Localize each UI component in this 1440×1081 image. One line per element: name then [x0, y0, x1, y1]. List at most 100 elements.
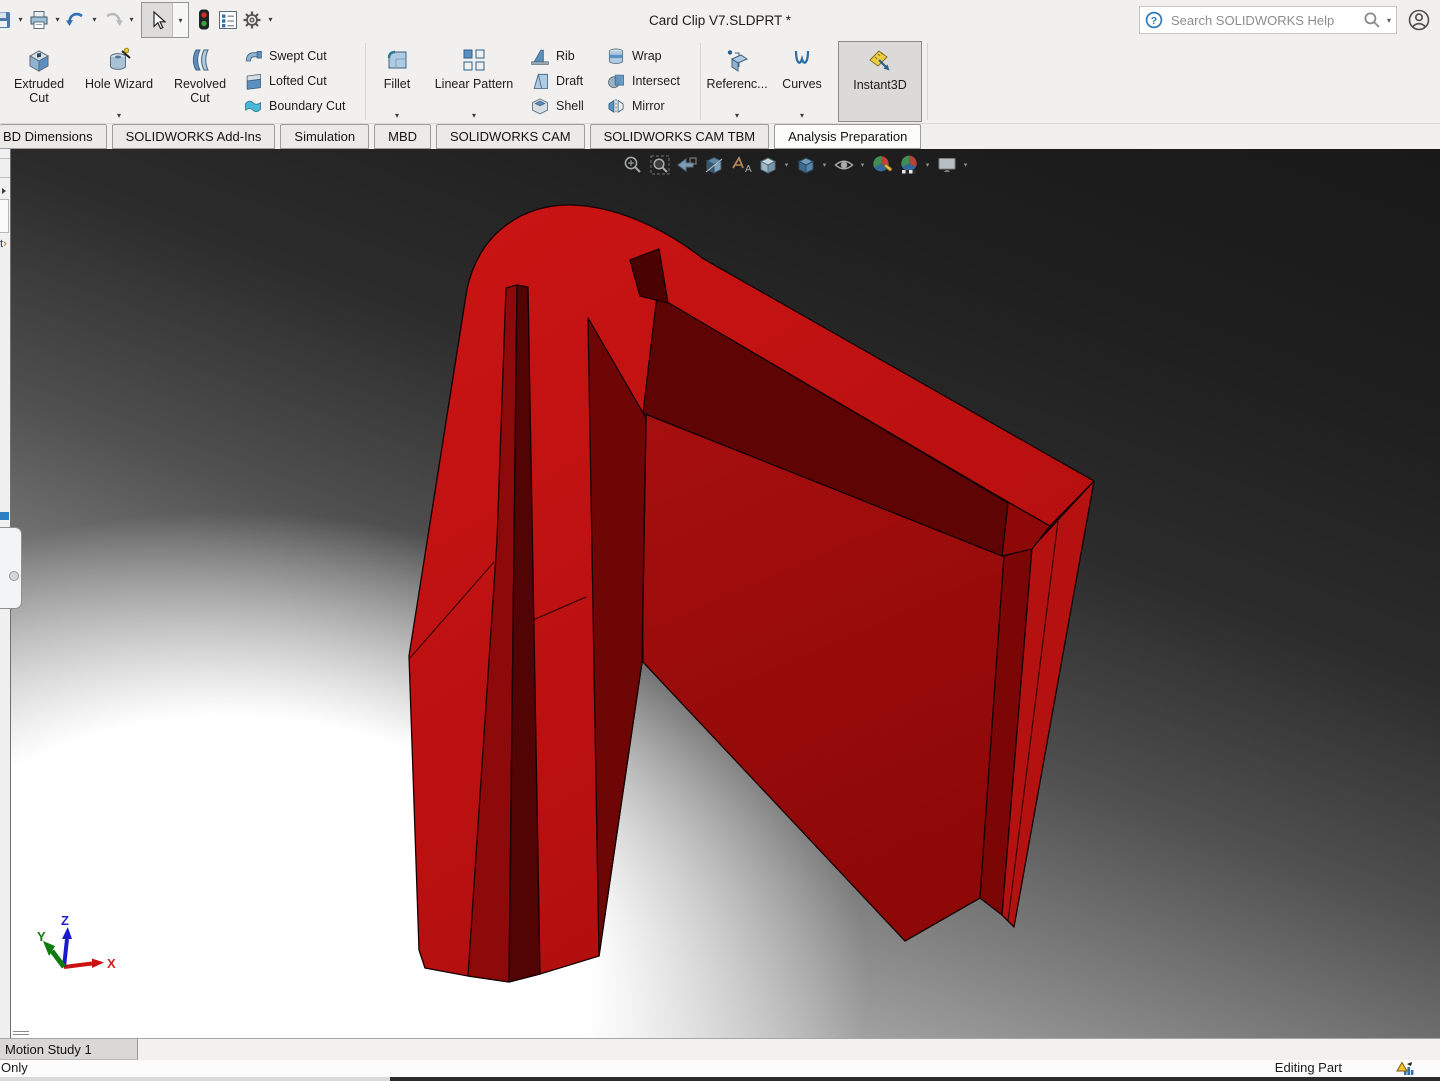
status-left-text: Only: [1, 1060, 28, 1076]
properties-list-icon: [217, 9, 239, 31]
reference-geometry-button[interactable]: Referenc... ▾: [704, 40, 770, 123]
zoom-to-area-button[interactable]: [647, 153, 672, 177]
triad-x-arrow-icon: [92, 959, 104, 969]
select-tool-button[interactable]: [142, 3, 172, 37]
curves-button[interactable]: Curves ▾: [770, 40, 834, 123]
panel-collapse-tab[interactable]: [0, 527, 22, 609]
hole-wizard-button[interactable]: Hole Wizard ▾: [74, 40, 164, 123]
cursor-icon: [147, 10, 167, 30]
revolved-cut-button[interactable]: Revolved Cut: [164, 40, 236, 123]
apply-scene-button[interactable]: [896, 153, 921, 177]
ribbon-separator: [927, 43, 928, 120]
apply-scene-caret[interactable]: ▾: [923, 161, 932, 169]
select-tool-group: ▾: [141, 2, 189, 38]
lofted-cut-button[interactable]: Lofted Cut: [243, 70, 355, 91]
search-scope-caret[interactable]: ▾: [1387, 16, 1391, 25]
mirror-button[interactable]: Mirror: [606, 95, 690, 116]
view-settings-caret[interactable]: ▾: [961, 161, 970, 169]
interference-check-button[interactable]: [192, 5, 216, 35]
print-button[interactable]: [27, 5, 51, 35]
swept-cut-button[interactable]: Swept Cut: [243, 45, 355, 66]
help-search-box[interactable]: ? ▾: [1139, 6, 1397, 34]
draft-button[interactable]: Draft: [530, 70, 592, 91]
reference-geometry-caret[interactable]: ▾: [735, 112, 739, 122]
linear-pattern-button[interactable]: Linear Pattern ▾: [425, 40, 523, 123]
instant3d-icon: [866, 47, 894, 75]
intersect-icon: [606, 71, 626, 91]
display-style-caret[interactable]: ▾: [820, 161, 829, 169]
feature-tree-fragment-chevron: ›: [3, 238, 7, 250]
undo-button[interactable]: [64, 5, 88, 35]
shell-button[interactable]: Shell: [530, 95, 592, 116]
options-list-button[interactable]: [216, 5, 240, 35]
pane-splitter-handle[interactable]: [13, 1029, 29, 1035]
hide-show-items-caret[interactable]: ▾: [858, 161, 867, 169]
boundary-cut-button[interactable]: Boundary Cut: [243, 95, 355, 116]
view-orientation-button[interactable]: [755, 153, 780, 177]
hide-show-items-button[interactable]: [831, 153, 856, 177]
status-sheet-icon[interactable]: [1396, 1061, 1414, 1079]
reference-geometry-icon: [724, 47, 750, 73]
extruded-cut-button[interactable]: Extruded Cut: [4, 40, 74, 123]
account-icon[interactable]: [1406, 7, 1432, 33]
instant3d-button[interactable]: Instant3D: [838, 41, 922, 122]
redo-button[interactable]: [101, 5, 125, 35]
ribbon-separator: [700, 43, 701, 120]
save-dropdown-caret[interactable]: ▾: [14, 5, 27, 35]
tab-label: Analysis Preparation: [788, 129, 907, 144]
rib-button[interactable]: Rib: [530, 45, 592, 66]
tab-analysis-preparation[interactable]: Analysis Preparation: [774, 124, 921, 149]
quick-access-toolbar: ▾ ▾ ▾ ▾: [0, 0, 277, 40]
search-input[interactable]: [1169, 12, 1357, 29]
tab-label: BD Dimensions: [3, 129, 93, 144]
edit-appearance-button[interactable]: [869, 153, 894, 177]
zoom-to-fit-button[interactable]: [620, 153, 645, 177]
titlebar-right: ? ▾: [1139, 6, 1440, 34]
tab-label: Simulation: [294, 129, 355, 144]
view-orientation-icon: [757, 154, 779, 176]
tab-simulation[interactable]: Simulation: [280, 124, 369, 149]
view-orientation-caret[interactable]: ▾: [782, 161, 791, 169]
tab-mbd[interactable]: MBD: [374, 124, 431, 149]
section-view-button[interactable]: [701, 153, 726, 177]
apply-scene-icon: [898, 154, 920, 176]
options-gear-button[interactable]: [240, 5, 264, 35]
redo-dropdown-caret[interactable]: ▾: [125, 5, 138, 35]
reference-triad[interactable]: X Z Y: [37, 913, 116, 971]
command-manager-tabs: BD Dimensions SOLIDWORKS Add-Ins Simulat…: [0, 124, 1440, 149]
view-settings-button[interactable]: [934, 153, 959, 177]
fillet-button[interactable]: Fillet ▾: [369, 40, 425, 123]
curves-caret[interactable]: ▾: [800, 112, 804, 122]
save-button[interactable]: [0, 5, 14, 35]
zoom-to-area-icon: [649, 154, 671, 176]
tab-solidworks-cam-tbm[interactable]: SOLIDWORKS CAM TBM: [590, 124, 769, 149]
triad-z-arrow-icon: [62, 927, 72, 939]
graphics-viewport[interactable]: t›: [0, 149, 1440, 1038]
hole-wizard-caret[interactable]: ▾: [117, 112, 121, 122]
triad-z-label: Z: [61, 913, 69, 928]
dynamic-annotation-views-button[interactable]: A: [728, 153, 753, 177]
undo-dropdown-caret[interactable]: ▾: [88, 5, 101, 35]
card-clip-part[interactable]: X Z Y: [10, 149, 1440, 1038]
view-settings-icon: [936, 154, 958, 176]
display-style-button[interactable]: [793, 153, 818, 177]
tab-mbd-dimensions[interactable]: BD Dimensions: [0, 124, 107, 149]
previous-view-button[interactable]: [674, 153, 699, 177]
fillet-caret[interactable]: ▾: [395, 112, 399, 122]
panel-collapse-knob-icon: [9, 571, 19, 581]
tab-label: SOLIDWORKS CAM: [450, 129, 571, 144]
select-tool-caret[interactable]: ▾: [172, 3, 188, 37]
previous-view-icon: [676, 154, 698, 176]
gear-dropdown-caret[interactable]: ▾: [264, 5, 277, 35]
wrap-button[interactable]: Wrap: [606, 45, 690, 66]
motion-study-bar: Motion Study 1: [0, 1038, 1440, 1060]
search-icon[interactable]: [1363, 11, 1381, 29]
tab-label: MBD: [388, 129, 417, 144]
mirror-label: Mirror: [632, 99, 665, 113]
tab-solidworks-add-ins[interactable]: SOLIDWORKS Add-Ins: [112, 124, 276, 149]
tab-solidworks-cam[interactable]: SOLIDWORKS CAM: [436, 124, 585, 149]
intersect-button[interactable]: Intersect: [606, 70, 690, 91]
linear-pattern-caret[interactable]: ▾: [472, 112, 476, 122]
print-dropdown-caret[interactable]: ▾: [51, 5, 64, 35]
motion-study-tab[interactable]: Motion Study 1: [0, 1039, 138, 1060]
